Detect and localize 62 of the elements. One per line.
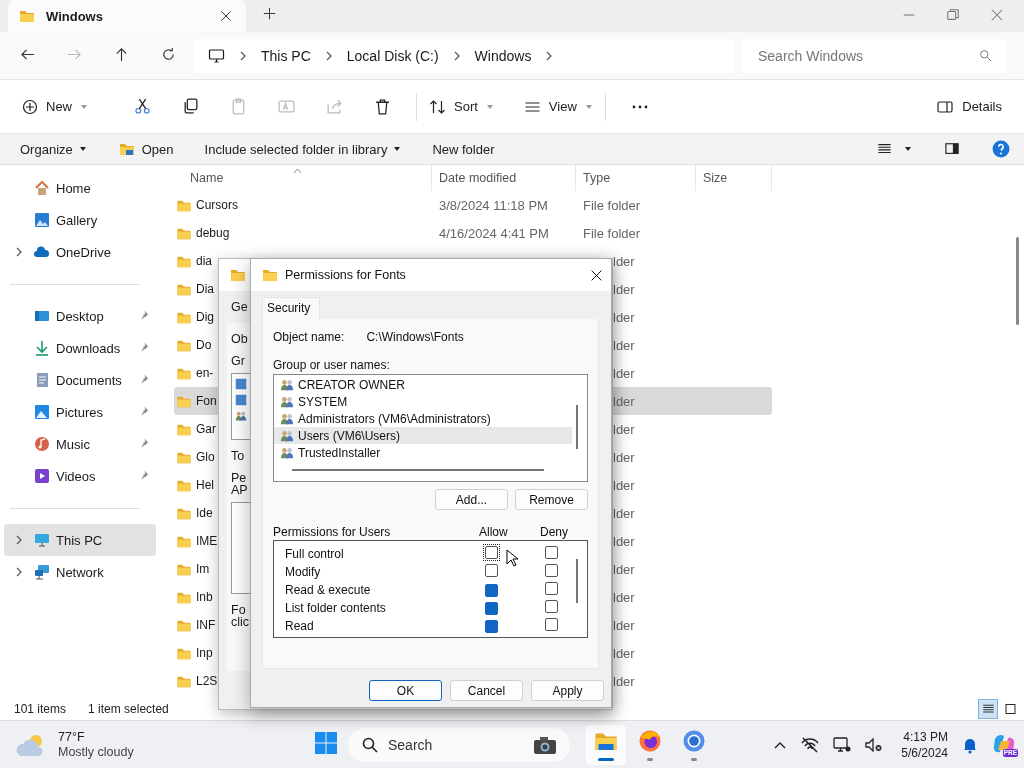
type-cell-text: lder — [612, 589, 636, 605]
permission-name: Read & execute — [284, 583, 372, 597]
type-cell-text: lder — [612, 253, 636, 269]
dialog-label: clic — [231, 616, 250, 628]
type-cell-text: lder — [612, 365, 636, 381]
file-name: Cursors — [196, 198, 238, 212]
type-cell-text: lder — [612, 309, 636, 325]
file-name: Im — [196, 562, 210, 576]
file-name: Glo — [196, 450, 215, 464]
permission-name: Read — [284, 619, 315, 633]
file-name: en- — [196, 366, 214, 380]
file-name: INF — [196, 618, 216, 632]
file-name: Inp — [196, 646, 213, 660]
type-cell-text: lder — [612, 393, 636, 409]
dialog-label: Gr — [231, 355, 245, 367]
file-name: Do — [196, 338, 212, 352]
type-cell-text: lder — [612, 281, 636, 297]
file-name: Dig — [196, 310, 214, 324]
selection-count: 1 item selected — [88, 702, 169, 716]
type-cell-text: lder — [612, 421, 636, 437]
type-cell-text: lder — [612, 561, 636, 577]
file-name: Ide — [196, 506, 213, 520]
permission-name: List folder contents — [284, 601, 387, 615]
dialog-label: AP — [231, 484, 248, 496]
file-name: Gar — [196, 422, 216, 436]
date-cell-text: 3/8/2024 11:18 PM — [438, 197, 549, 213]
file-name: IME — [196, 534, 218, 548]
file-name: dia — [196, 254, 212, 268]
file-name: Fon — [196, 394, 217, 408]
type-cell-text: File folder — [582, 197, 642, 213]
dialog-label: To — [231, 450, 245, 462]
type-cell-text: File folder — [582, 225, 642, 241]
type-cell-text: lder — [612, 337, 636, 353]
object-path: C:\Windows\Fonts — [366, 330, 464, 344]
type-cell-text: lder — [612, 449, 636, 465]
type-cell-text: lder — [612, 673, 636, 689]
dialog-title: Permissions for Fonts — [285, 268, 407, 282]
file-name: Dia — [196, 282, 214, 296]
type-cell-text: lder — [612, 505, 636, 521]
temperature: 77°F — [58, 729, 86, 745]
type-cell-text: lder — [612, 477, 636, 493]
permission-name: Modify — [284, 565, 322, 579]
field-label: Object name: — [273, 330, 345, 344]
dialog-label: Ob — [231, 333, 248, 345]
permission-name: Full control — [284, 547, 345, 561]
type-cell-text: lder — [612, 617, 636, 633]
dialog-label: Pe — [231, 472, 247, 484]
column-header: Allow — [479, 525, 509, 539]
weather-text: Mostly cloudy — [58, 744, 134, 760]
type-cell-text: lder — [612, 645, 636, 661]
section-label: Permissions for Users — [273, 525, 392, 539]
date-cell-text: 4/16/2024 4:41 PM — [438, 225, 550, 241]
file-name: debug — [196, 226, 230, 240]
file-name: Hel — [196, 478, 214, 492]
section-label: Group or user names: — [273, 358, 391, 374]
file-name: L2S — [196, 674, 218, 688]
tab-title: Windows — [46, 8, 104, 24]
type-cell-text: lder — [612, 533, 636, 549]
item-count: 101 items — [14, 702, 67, 716]
column-header: Deny — [540, 525, 569, 539]
file-name: Inb — [196, 590, 213, 604]
dialog-label: Fo — [231, 604, 246, 616]
